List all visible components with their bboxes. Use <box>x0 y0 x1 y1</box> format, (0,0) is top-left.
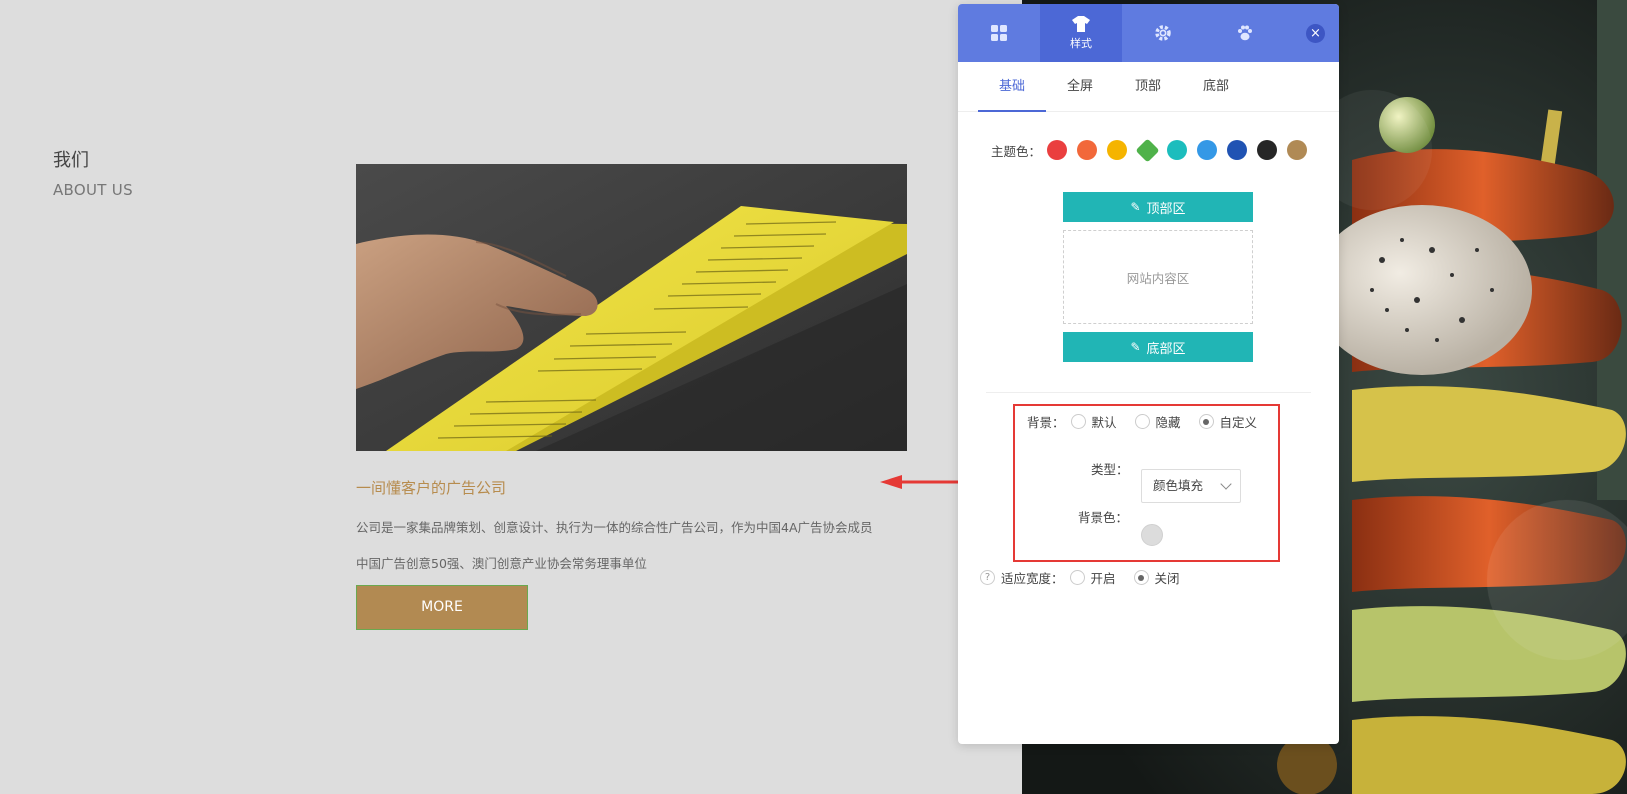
adaptive-option-off-label: 关闭 <box>1154 571 1180 586</box>
grid-icon <box>991 25 1007 41</box>
radio-custom[interactable] <box>1198 414 1214 429</box>
pencil-icon: ✎ <box>1130 340 1141 354</box>
about-description-line-1: 公司是一家集品牌策划、创意设计、执行为一体的综合性广告公司，作为中国4A广告协会… <box>356 520 873 535</box>
theme-color-swatch[interactable] <box>1167 140 1188 160</box>
theme-color-swatches <box>1047 137 1317 163</box>
close-icon[interactable]: × <box>1306 24 1325 43</box>
style-settings-panel: 样式 × 基础 全屏 顶部 底部 主题色： ✎ 顶部区 网站内容区 ✎ 底部区 … <box>958 4 1339 744</box>
shirt-icon <box>1072 15 1090 32</box>
tab-settings[interactable] <box>1122 4 1204 62</box>
theme-color-row: 主题色： <box>991 137 1317 163</box>
adaptive-width-row: ? 适应宽度： 开启 关闭 <box>980 568 1198 587</box>
theme-color-swatch[interactable] <box>1107 140 1128 160</box>
background-option-default-label: 默认 <box>1091 415 1117 430</box>
paw-icon <box>1238 25 1252 41</box>
about-headline: 一间懂客户的广告公司 <box>356 479 507 497</box>
sub-tab-basic[interactable]: 基础 <box>978 62 1046 112</box>
adaptive-option-on-label: 开启 <box>1090 571 1116 586</box>
top-zone-label: 顶部区 <box>1146 201 1186 217</box>
background-row: 背景： 默认 隐藏 自定义 <box>1027 412 1275 431</box>
bg-color-label: 背景色： <box>1078 510 1129 525</box>
type-select[interactable]: 颜色填充 <box>1141 469 1241 503</box>
adaptive-option-on[interactable]: 开启 <box>1069 568 1116 587</box>
theme-color-swatch[interactable] <box>1197 140 1218 160</box>
more-button[interactable]: MORE <box>356 585 528 630</box>
about-photo <box>356 164 907 451</box>
panel-top-tabs: 样式 × <box>958 4 1339 62</box>
tab-style[interactable]: 样式 <box>1040 4 1122 62</box>
theme-color-swatch[interactable] <box>1135 137 1160 163</box>
adaptive-option-off[interactable]: 关闭 <box>1133 568 1180 587</box>
radio-adaptive-on[interactable] <box>1069 570 1085 585</box>
radio-hide[interactable] <box>1134 414 1150 429</box>
bg-color-picker[interactable] <box>1141 524 1163 546</box>
panel-sub-tabs: 基础 全屏 顶部 底部 <box>958 62 1339 112</box>
type-select-value: 颜色填充 <box>1153 478 1204 493</box>
type-label: 类型： <box>1091 462 1129 477</box>
radio-default[interactable] <box>1070 414 1086 429</box>
tab-layout[interactable] <box>958 4 1040 62</box>
radio-adaptive-off[interactable] <box>1133 570 1149 585</box>
section-subtitle: ABOUT US <box>53 181 133 199</box>
background-option-default[interactable]: 默认 <box>1070 412 1117 431</box>
divider <box>986 392 1311 393</box>
website-page: 我们 ABOUT US 一间懂客户的广告公司 公司是一家集品牌策划、创意设计、执… <box>0 0 1024 794</box>
top-zone-button[interactable]: ✎ 顶部区 <box>1063 192 1253 222</box>
tab-style-label: 样式 <box>1070 36 1092 50</box>
pencil-icon: ✎ <box>1130 200 1141 214</box>
sub-tab-fullscreen[interactable]: 全屏 <box>1046 62 1114 111</box>
background-option-custom[interactable]: 自定义 <box>1198 412 1258 431</box>
theme-color-swatch[interactable] <box>1047 140 1068 160</box>
sub-tab-bottom[interactable]: 底部 <box>1182 62 1250 111</box>
section-title: 我们 <box>53 150 89 171</box>
bottom-zone-label: 底部区 <box>1146 341 1186 357</box>
adaptive-width-label: 适应宽度： <box>1001 571 1064 586</box>
theme-color-swatch[interactable] <box>1227 140 1248 160</box>
theme-color-label: 主题色： <box>991 143 1042 159</box>
background-option-custom-label: 自定义 <box>1219 415 1258 430</box>
content-zone: 网站内容区 <box>1063 230 1253 324</box>
theme-color-swatch[interactable] <box>1077 140 1098 160</box>
tab-extras[interactable] <box>1204 4 1286 62</box>
help-icon[interactable]: ? <box>980 570 995 585</box>
about-description-line-2: 中国广告创意50强、澳门创意产业协会常务理事单位 <box>356 556 647 571</box>
gear-icon <box>1155 25 1171 41</box>
background-option-hide[interactable]: 隐藏 <box>1134 412 1181 431</box>
background-label: 背景： <box>1027 415 1065 430</box>
sub-tab-top[interactable]: 顶部 <box>1114 62 1182 111</box>
chevron-down-icon <box>1220 478 1232 490</box>
theme-color-swatch[interactable] <box>1287 140 1308 160</box>
background-option-hide-label: 隐藏 <box>1155 415 1181 430</box>
bottom-zone-button[interactable]: ✎ 底部区 <box>1063 332 1253 362</box>
theme-color-swatch[interactable] <box>1257 140 1278 160</box>
